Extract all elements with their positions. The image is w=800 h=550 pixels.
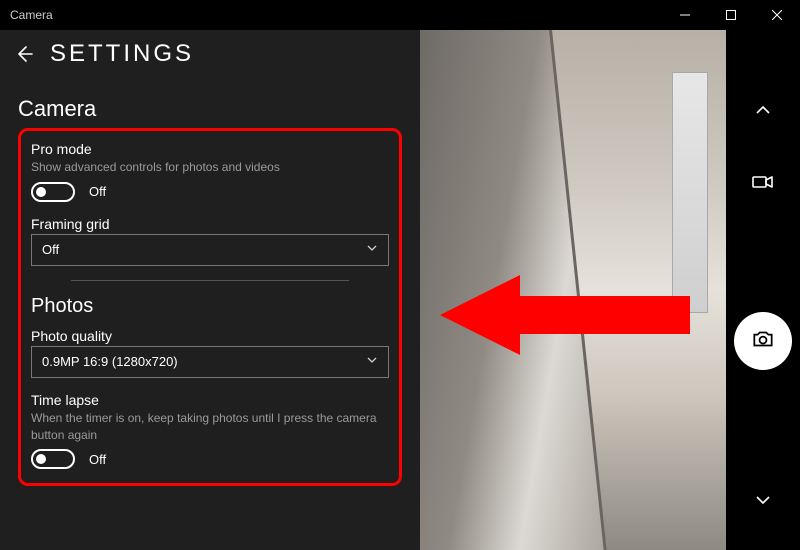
camera-preview [420,30,726,550]
pro-mode-desc: Show advanced controls for photos and vi… [31,159,389,176]
photo-quality-value: 0.9MP 16:9 (1280x720) [42,354,178,369]
photo-quality-label: Photo quality [31,328,389,344]
window-controls [662,0,800,30]
section-photos: Photos [31,295,389,318]
expand-up-button[interactable] [743,90,783,130]
pro-mode-label: Pro mode [31,141,389,157]
time-lapse-label: Time lapse [31,392,389,408]
framing-grid-value: Off [42,242,59,257]
minimize-button[interactable] [662,0,708,30]
maximize-button[interactable] [708,0,754,30]
app-window: Camera SETTINGS Camera [0,0,800,550]
setting-pro-mode: Pro mode Show advanced controls for phot… [31,141,389,202]
setting-framing-grid: Framing grid Off [31,216,389,266]
section-camera: Camera [18,96,402,122]
annotation-highlight-box: Pro mode Show advanced controls for phot… [18,128,402,486]
framing-grid-label: Framing grid [31,216,389,232]
settings-panel: SETTINGS Camera Pro mode Show advanced c… [0,30,420,550]
camera-controls-rail [726,30,800,550]
time-lapse-toggle[interactable] [31,449,75,469]
expand-down-button[interactable] [743,480,783,520]
shutter-button[interactable] [734,312,792,370]
framing-grid-select[interactable]: Off [31,234,389,266]
photo-quality-select[interactable]: 0.9MP 16:9 (1280x720) [31,346,389,378]
setting-photo-quality: Photo quality 0.9MP 16:9 (1280x720) [31,328,389,378]
chevron-down-icon [366,354,378,369]
settings-title: SETTINGS [50,40,194,68]
time-lapse-state: Off [89,452,106,467]
main-area: SETTINGS Camera Pro mode Show advanced c… [0,30,800,550]
settings-header: SETTINGS [0,36,420,78]
back-button[interactable] [12,42,36,66]
divider [71,280,349,281]
chevron-down-icon [366,242,378,257]
setting-time-lapse: Time lapse When the timer is on, keep ta… [31,392,389,470]
time-lapse-desc: When the timer is on, keep taking photos… [31,410,389,444]
close-button[interactable] [754,0,800,30]
settings-body: Camera Pro mode Show advanced controls f… [0,78,420,550]
pro-mode-toggle[interactable] [31,182,75,202]
titlebar: Camera [0,0,800,30]
app-title: Camera [10,8,53,22]
pro-mode-state: Off [89,184,106,199]
camera-icon [750,326,776,357]
video-mode-button[interactable] [743,162,783,202]
